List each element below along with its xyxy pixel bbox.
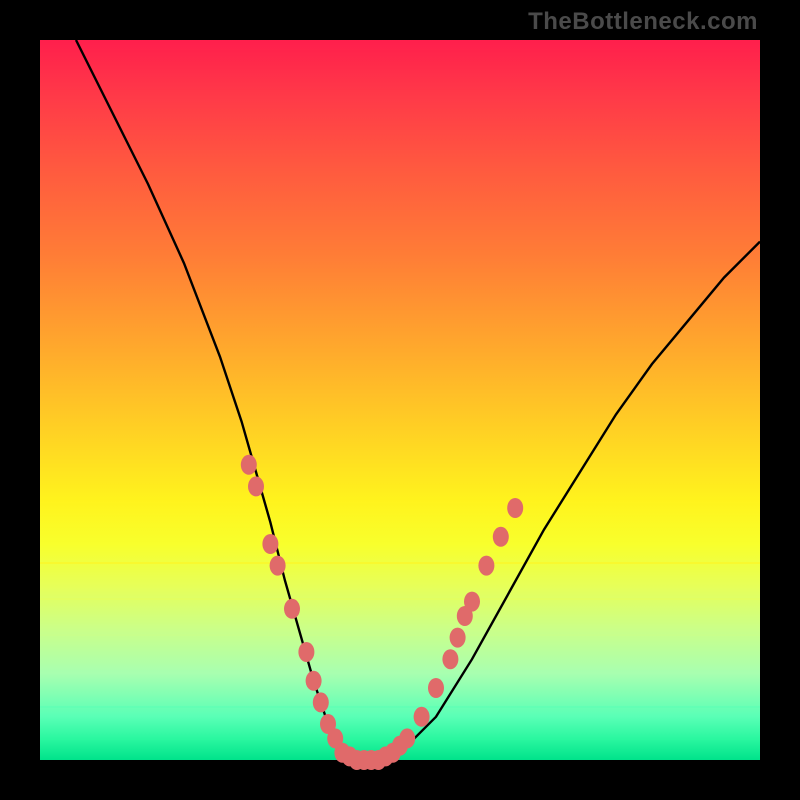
curve-marker: [298, 642, 314, 662]
curve-marker: [262, 534, 278, 554]
curve-marker: [442, 649, 458, 669]
curve-marker: [493, 527, 509, 547]
attribution-text: TheBottleneck.com: [528, 8, 758, 36]
curve-marker: [478, 556, 494, 576]
curve-marker: [241, 455, 257, 475]
curve-marker: [464, 592, 480, 612]
hbands: [40, 562, 760, 740]
curve-marker: [306, 671, 322, 691]
bottleneck-curve: [76, 40, 760, 760]
plot-area: [40, 40, 760, 760]
curve-marker: [414, 707, 430, 727]
marker-group: [241, 455, 523, 770]
curve-marker: [399, 728, 415, 748]
curve-marker: [313, 692, 329, 712]
curve-marker: [248, 476, 264, 496]
curve-marker: [450, 628, 466, 648]
curve-marker: [428, 678, 444, 698]
curve-marker: [284, 599, 300, 619]
curve-marker: [507, 498, 523, 518]
chart-svg: [40, 40, 760, 760]
curve-marker: [270, 556, 286, 576]
chart-container: TheBottleneck.com: [0, 0, 800, 800]
